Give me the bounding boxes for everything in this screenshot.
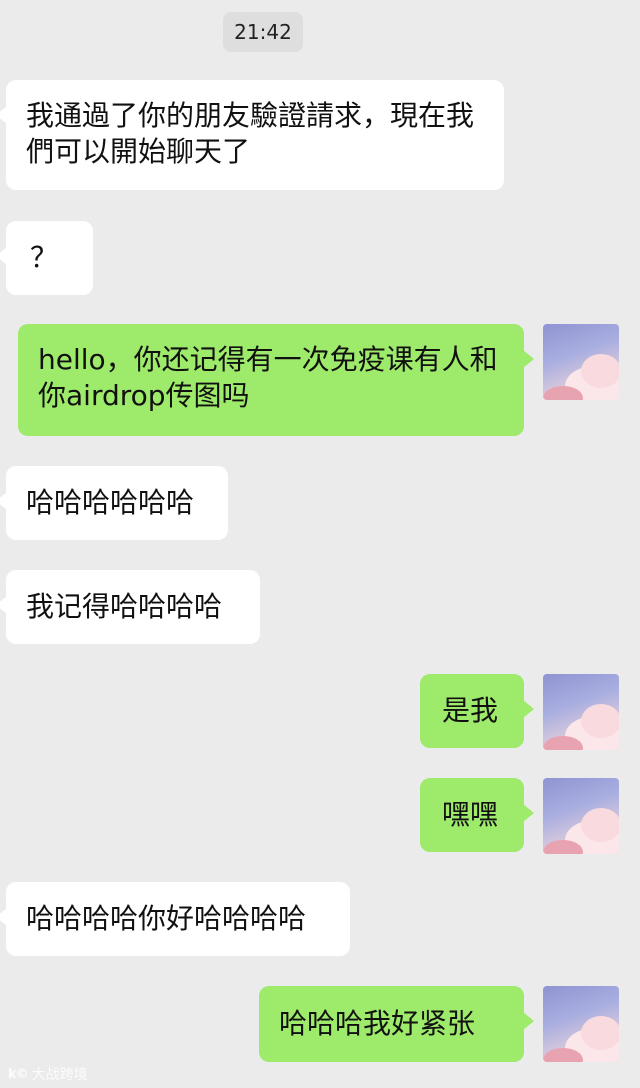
user-avatar[interactable]: [543, 778, 619, 854]
message-incoming[interactable]: 我记得哈哈哈哈: [0, 570, 260, 644]
user-avatar[interactable]: [543, 324, 619, 400]
timestamp: 21:42: [223, 12, 303, 52]
user-avatar[interactable]: [543, 674, 619, 750]
chat-window: 21:42 我通過了你的朋友驗證請求，現在我們可以開始聊天了 ？ hello，你…: [0, 0, 640, 1088]
message-incoming[interactable]: 我通過了你的朋友驗證請求，現在我們可以開始聊天了: [0, 80, 504, 190]
message-incoming[interactable]: 哈哈哈哈你好哈哈哈哈: [0, 882, 350, 956]
message-outgoing[interactable]: hello，你还记得有一次免疫课有人和你airdrop传图吗: [18, 324, 534, 436]
message-outgoing[interactable]: 是我: [420, 674, 534, 748]
watermark: k© 大战跨境: [8, 1064, 88, 1084]
message-incoming[interactable]: 哈哈哈哈哈哈: [0, 466, 228, 540]
message-outgoing[interactable]: 哈哈哈我好紧张: [259, 986, 534, 1062]
message-outgoing[interactable]: 嘿嘿: [420, 778, 534, 852]
watermark-logo: k©: [8, 1066, 29, 1082]
watermark-text: 大战跨境: [31, 1067, 88, 1083]
user-avatar[interactable]: [543, 986, 619, 1062]
message-incoming[interactable]: ？: [0, 221, 93, 295]
